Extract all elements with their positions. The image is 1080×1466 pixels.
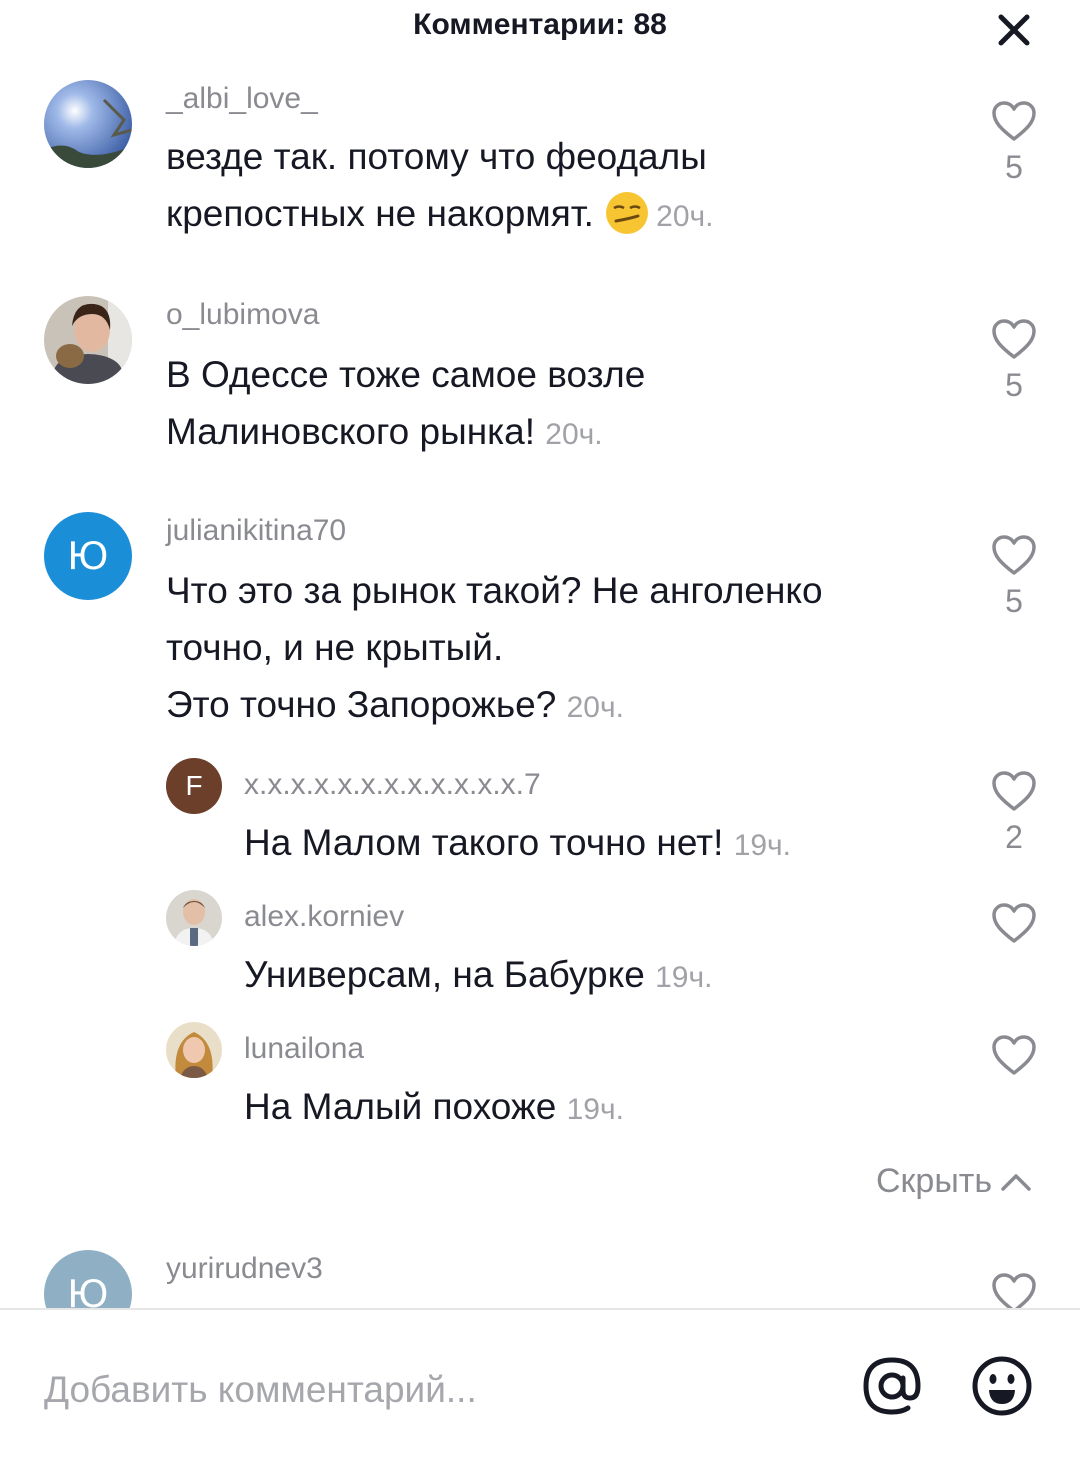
like-count: 5: [1005, 583, 1023, 619]
reply-text-content: На Малый похоже: [244, 1086, 557, 1127]
comment-input[interactable]: [44, 1362, 824, 1418]
hide-replies-button[interactable]: Скрыть: [876, 1162, 1032, 1201]
comments-header: Комментарии: 88: [0, 0, 1080, 56]
reply-text: На Малый похоже 19ч.: [244, 1078, 964, 1138]
comments-title: Комментарии: 88: [413, 8, 667, 41]
reply-text: Универсам, на Бабурке 19ч.: [244, 946, 964, 1006]
heart-outline-icon: [992, 535, 1036, 575]
heart-outline-icon: [992, 319, 1036, 359]
like-button[interactable]: [984, 902, 1044, 949]
comment-time: 20ч.: [656, 200, 714, 233]
comment-text: В Одессе тоже самое возле Малиновского р…: [166, 346, 966, 463]
avatar-photo: [166, 1022, 222, 1078]
comment-line: везде так. потому что феодалы: [166, 136, 707, 177]
avatar-letter: Ю: [67, 1271, 109, 1309]
reply-username[interactable]: x.x.x.x.x.x.x.x.x.x.x.x.7: [244, 768, 541, 802]
reply-text-content: На Малом такого точно нет!: [244, 822, 724, 863]
heart-outline-icon: [992, 903, 1036, 943]
reply-text: На Малом такого точно нет! 19ч.: [244, 814, 964, 874]
comment-line-text: крепостных не накормят.: [166, 193, 594, 234]
comment-line: крепостных не накормят. 20ч.: [166, 185, 966, 245]
like-button[interactable]: 5: [984, 100, 1044, 186]
comment-line-text: Малиновского рынка!: [166, 411, 536, 452]
comment-text: Что это за рынок такой? Не анголенко точ…: [166, 562, 966, 736]
reply-time: 19ч.: [566, 1093, 624, 1126]
comment-username[interactable]: _albi_love_: [166, 82, 318, 116]
comment-line: Малиновского рынка! 20ч.: [166, 403, 966, 463]
like-button[interactable]: 5: [984, 534, 1044, 620]
comment-input-bar: [0, 1308, 1080, 1466]
hide-replies-label: Скрыть: [876, 1162, 993, 1200]
heart-outline-icon: [992, 1273, 1036, 1308]
comment-line: точно, и не крытый.: [166, 627, 504, 668]
avatar-photo: [166, 890, 222, 946]
heart-outline-icon: [992, 101, 1036, 141]
avatar[interactable]: F: [166, 758, 222, 814]
chevron-up-icon: [1001, 1173, 1031, 1191]
comment-line: Что это за рынок такой? Не анголенко: [166, 570, 823, 611]
avatar-photo: [44, 296, 132, 384]
at-sign-icon: [863, 1357, 921, 1415]
comment-username[interactable]: julianikitina70: [166, 514, 346, 548]
heart-outline-icon: [992, 1035, 1036, 1075]
emoji-icon: [972, 1356, 1032, 1416]
comment-username[interactable]: yurirudnev3: [166, 1252, 323, 1286]
close-button[interactable]: [992, 8, 1036, 52]
like-button[interactable]: 2: [984, 770, 1044, 856]
mention-button[interactable]: [860, 1354, 924, 1418]
comment-text: везде так. потому что феодалы крепостных…: [166, 128, 966, 245]
avatar[interactable]: [166, 890, 222, 946]
reply-text-content: Универсам, на Бабурке: [244, 954, 645, 995]
like-button[interactable]: [984, 1272, 1044, 1308]
reply-time: 19ч.: [655, 961, 713, 994]
comment-username[interactable]: o_lubimova: [166, 298, 319, 332]
reply-username[interactable]: alex.korniev: [244, 900, 404, 934]
reply-time: 19ч.: [733, 829, 792, 862]
heart-outline-icon: [992, 771, 1036, 811]
comment-line-text: Это точно Запорожье?: [166, 684, 557, 725]
reply-username[interactable]: lunailona: [244, 1032, 364, 1066]
emoji-button[interactable]: [970, 1354, 1034, 1418]
avatar[interactable]: [44, 80, 132, 168]
close-icon: [998, 14, 1030, 46]
comment-line: Это точно Запорожье? 20ч.: [166, 676, 966, 736]
avatar-letter: Ю: [67, 533, 109, 578]
like-button[interactable]: [984, 1034, 1044, 1081]
like-count: 5: [1005, 367, 1023, 403]
comments-list[interactable]: _albi_love_ везде так. потому что феодал…: [0, 56, 1080, 1308]
like-button[interactable]: 5: [984, 318, 1044, 404]
like-count: 5: [1005, 149, 1023, 185]
avatar-photo: [44, 80, 132, 168]
avatar[interactable]: Ю: [44, 1250, 132, 1308]
smirk-emoji: [606, 192, 649, 234]
avatar-letter: F: [185, 770, 203, 801]
avatar[interactable]: [44, 296, 132, 384]
avatar[interactable]: Ю: [44, 512, 132, 600]
comment-line: В Одессе тоже самое возле: [166, 354, 646, 395]
like-count: 2: [1005, 819, 1023, 855]
avatar[interactable]: [166, 1022, 222, 1078]
comment-time: 20ч.: [545, 418, 603, 451]
comment-time: 20ч.: [566, 691, 624, 724]
